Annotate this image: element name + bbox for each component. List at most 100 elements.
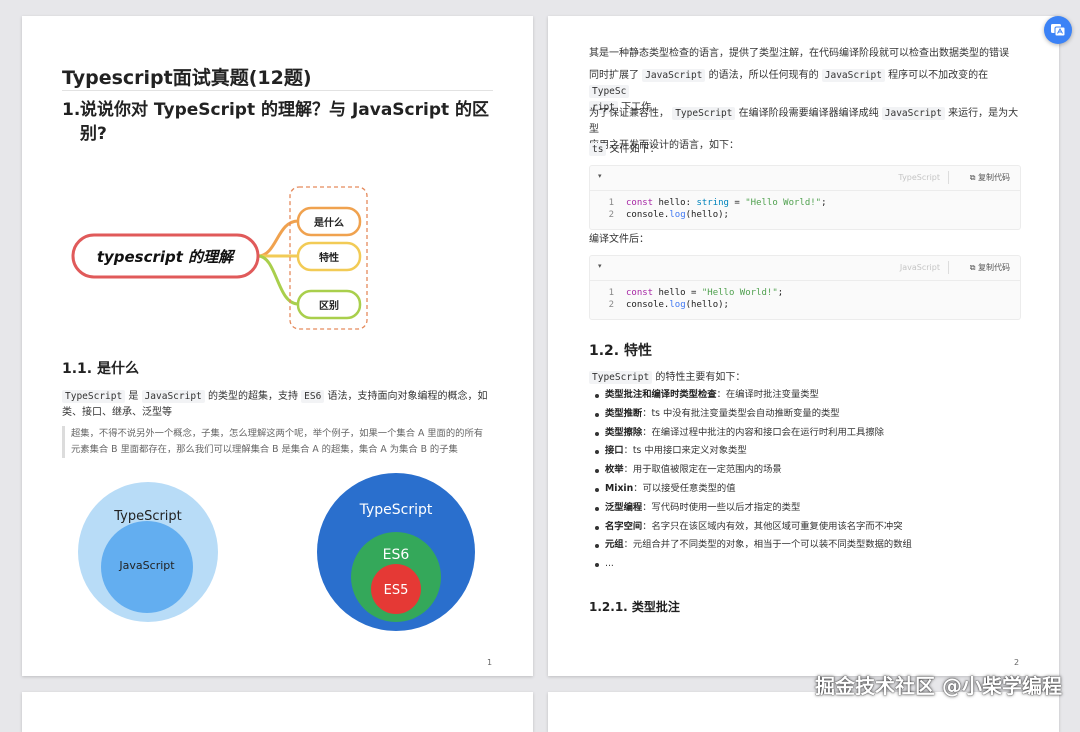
paragraph-what-is: TypeScript 是 JavaScript 的类型的超集，支持 ES6 语法… [62, 389, 497, 421]
question-heading-line1: 说说你对 TypeScript 的理解？与 JavaScript 的区 [80, 100, 490, 120]
document-page-1: Typescript面试真题(12题) 1.说说你对 TypeScript 的理… [22, 16, 533, 676]
feature-term: Mixin [605, 482, 634, 494]
venn-outer-label: TypeScript [113, 509, 182, 524]
venn-diagram-ts-js: TypeScript JavaScript [78, 482, 218, 622]
inline-code: JavaScript [141, 390, 205, 403]
venn-diagram-ts-es6-es5: TypeScript ES6 ES5 [317, 473, 475, 631]
document-page-2: 其是一种静态类型检查的语言，提供了类型注解，在代码编译阶段就可以检查出数据类型的… [548, 16, 1059, 676]
code-block-body: 1 const hello = "Hello World!"; 2 consol… [590, 281, 1020, 319]
code-block-header: ▾ JavaScript ⧉ 复制代码 [590, 256, 1020, 281]
feature-term: 接口 [605, 445, 624, 457]
list-item: 类型擦除：在编译过程中批注的内容和接口会在运行时利用工具擦除 [593, 424, 1023, 443]
list-item: 类型批注和编译时类型检查：在编译时批注变量类型 [593, 386, 1023, 405]
text-span: 类、接口、继承、泛型等 [62, 407, 172, 418]
list-item: ... [593, 555, 1023, 574]
mindmap-node-label-3: 区别 [319, 299, 339, 312]
code-block-typescript: ▾ TypeScript ⧉ 复制代码 1 const hello: strin… [589, 165, 1021, 230]
list-item: 名字空间：名字只在该区域内有效，其他区域可重复使用该名字而不冲突 [593, 518, 1023, 537]
blockquote-superset: 超集，不得不说另外一个概念，子集，怎么理解这两个呢，举个例子，如果一个集合 A … [62, 426, 501, 458]
copy-code-label: 复制代码 [978, 263, 1010, 272]
function-token: log [669, 210, 686, 220]
code-line: 1 const hello: string = "Hello World!"; [590, 197, 1020, 209]
feature-term: 泛型编程 [605, 501, 643, 513]
feature-desc: ：在编译时批注变量类型 [716, 389, 819, 400]
feature-term: 元组 [605, 539, 624, 551]
venn-es5-label: ES5 [384, 583, 409, 598]
feature-desc: ：写代码时使用一些以后才指定的类型 [642, 501, 801, 513]
keyword: const [626, 288, 654, 298]
mindmap-node-label-2: 特性 [319, 251, 339, 264]
text-span: 为了保证兼容性， [589, 108, 669, 119]
feature-term: 类型擦除 [605, 426, 643, 438]
document-title: Typescript面试真题(12题) [62, 67, 312, 89]
watermark-text: 掘金技术社区 @小柴学编程 [815, 674, 1062, 698]
quote-line-1: 超集，不得不说另外一个概念，子集，怎么理解这两个呢，举个例子，如果一个集合 A … [71, 428, 484, 439]
type-token: string [696, 198, 729, 208]
code-text: (hello); [685, 300, 729, 310]
header-divider [948, 261, 949, 274]
venn-inner-label: JavaScript [118, 559, 175, 572]
list-item: 接口：ts 中用接口来定义对象类型 [593, 442, 1023, 461]
code-language-label: JavaScript [899, 263, 940, 272]
code-block-body: 1 const hello: string = "Hello World!"; … [590, 191, 1020, 229]
venn-es6-label: ES6 [383, 547, 410, 563]
paragraph-after-compile: 编译文件后： [589, 234, 649, 245]
question-number: 1. [62, 100, 81, 120]
keyword: const [626, 198, 654, 208]
feature-term: 名字空间 [605, 520, 643, 532]
copy-code-button[interactable]: ⧉ 复制代码 [970, 172, 1010, 183]
code-text: console. [626, 210, 670, 220]
paragraph-static-type: 其是一种静态类型检查的语言，提供了类型注解，在代码编译阶段就可以检查出数据类型的… [589, 48, 1009, 59]
mindmap-diagram: typescript 的理解 是什么 特性 区别 [71, 186, 368, 330]
code-block-header: ▾ TypeScript ⧉ 复制代码 [590, 166, 1020, 191]
line-number: 2 [608, 300, 614, 310]
list-item: Mixin：可以接受任意类型的值 [593, 480, 1023, 499]
code-text: ; [821, 198, 827, 208]
code-text: console. [626, 300, 670, 310]
mindmap-connector-3 [257, 254, 299, 306]
inline-code: TypeScript [672, 107, 736, 120]
paragraph-features-intro: TypeScript 的特性主要有如下： [589, 370, 745, 386]
mindmap-center-label: typescript 的理解 [97, 248, 236, 266]
code-text: ; [777, 288, 784, 298]
feature-desc: ：在编译过程中批注的内容和接口会在运行时利用工具擦除 [642, 426, 884, 438]
line-number: 1 [608, 288, 614, 298]
feature-term: 枚举 [605, 464, 624, 476]
list-item: 类型推断：ts 中没有批注变量类型会自动推断变量的类型 [593, 405, 1023, 424]
inline-code: TypeScript [589, 371, 653, 384]
feature-desc: ：用于取值被限定在一定范围内的场景 [623, 464, 782, 476]
question-heading-line2: 别? [80, 124, 107, 144]
mindmap-node-label-1: 是什么 [313, 216, 344, 229]
text-span: 文件如下： [609, 144, 660, 155]
code-line: 2 console.log(hello); [590, 299, 1020, 311]
text-span: 程序可以不加改变的在 [888, 70, 989, 81]
list-item: 泛型编程：写代码时使用一些以后才指定的类型 [593, 499, 1023, 518]
line-number: 2 [608, 210, 614, 220]
text-span: 是 [128, 391, 139, 402]
collapse-caret-icon[interactable]: ▾ [598, 262, 602, 270]
feature-desc: ：名字只在该区域内有效，其他区域可重复使用该名字而不冲突 [642, 520, 903, 532]
text-span: 同时扩展了 [589, 70, 639, 81]
page-number: 1 [487, 658, 493, 667]
string-token: "Hello World!" [701, 288, 778, 298]
code-block-javascript: ▾ JavaScript ⧉ 复制代码 1 const hello = "Hel… [589, 255, 1021, 320]
header-divider [948, 171, 949, 184]
page-number: 2 [1014, 658, 1020, 667]
collapse-caret-icon[interactable]: ▾ [598, 172, 602, 180]
inline-code: JavaScript [642, 69, 706, 82]
copy-code-button[interactable]: ⧉ 复制代码 [970, 262, 1010, 273]
translate-button[interactable] [1044, 16, 1072, 44]
string-token: "Hello World!" [745, 198, 822, 208]
section-heading-1-2: 1.2. 特性 [589, 343, 652, 359]
section-heading-1-2-1: 1.2.1. 类型批注 [589, 600, 680, 614]
code-text: (hello); [685, 210, 729, 220]
feature-desc: ... [605, 558, 614, 570]
feature-desc: ：元组合并了不同类型的对象，相当于一个可以装不同类型数据的数组 [623, 539, 912, 551]
line-number: 1 [608, 198, 614, 208]
feature-desc: ：可以接受任意类型的值 [633, 482, 736, 494]
feature-list: 类型批注和编译时类型检查：在编译时批注变量类型 类型推断：ts 中没有批注变量类… [593, 386, 1023, 574]
inline-code: TypeSc [589, 85, 630, 98]
inline-code: TypeScript [62, 390, 126, 403]
title-divider [62, 90, 493, 91]
list-item: 元组：元组合并了不同类型的对象，相当于一个可以装不同类型数据的数组 [593, 536, 1023, 555]
